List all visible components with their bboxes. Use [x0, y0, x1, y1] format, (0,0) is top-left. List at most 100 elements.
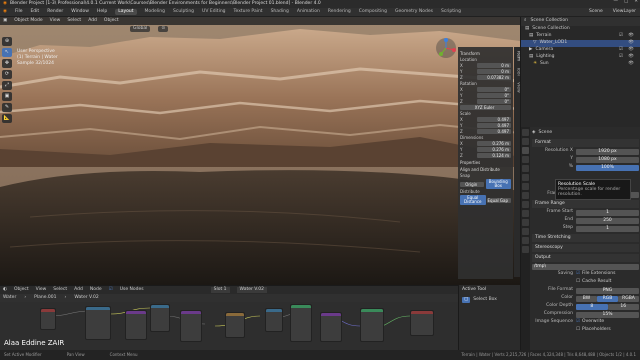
outliner-item[interactable]: ▤ Lighting ☑ 👁	[521, 54, 640, 61]
scale-y-field[interactable]: 0.497	[477, 123, 511, 128]
node[interactable]	[290, 304, 312, 342]
workspace-tab-uv-editing[interactable]: UV Editing	[202, 9, 225, 15]
object-mode-dropdown[interactable]: Object Mode	[14, 18, 42, 24]
rotation-z-field[interactable]: 0°	[477, 99, 511, 104]
file-extensions-checkbox[interactable]: ☑	[576, 272, 580, 277]
material-tab-icon[interactable]	[522, 237, 529, 244]
navigation-gizmo[interactable]	[435, 37, 457, 59]
color-depth-8-button[interactable]: 8	[576, 303, 608, 310]
workspace-tab-rendering[interactable]: Rendering	[328, 9, 351, 15]
node[interactable]	[265, 308, 283, 332]
equal-distance-button[interactable]: Equal Distance	[460, 195, 486, 205]
texture-tab-icon[interactable]	[522, 246, 529, 253]
file-format-dropdown[interactable]: PNG	[576, 287, 639, 294]
workspace-tab-texture-paint[interactable]: Texture Paint	[234, 9, 263, 15]
dimensions-z-field[interactable]: 0.124 m	[477, 153, 511, 158]
node[interactable]	[360, 308, 384, 342]
rotate-tool-icon[interactable]: ⟳	[2, 70, 12, 79]
properties-section-title[interactable]: Properties	[460, 161, 511, 165]
select-box-tool-icon[interactable]: ↖	[2, 48, 12, 57]
workspace-tab-sculpting[interactable]: Sculpting	[173, 9, 194, 15]
scene-selector[interactable]: Scene	[589, 9, 603, 15]
data-tab-icon[interactable]	[522, 228, 529, 235]
viewport-menu-add[interactable]: Add	[88, 18, 97, 24]
object-tab-icon[interactable]	[522, 183, 529, 190]
constraints-tab-icon[interactable]	[522, 219, 529, 226]
resolution-y-field[interactable]: 1080 px	[576, 156, 639, 163]
annotate-tool-icon[interactable]: ✎	[2, 103, 12, 112]
resolution-percent-field[interactable]: 100%	[576, 164, 639, 171]
material-output-node[interactable]	[410, 310, 434, 336]
menu-edit[interactable]: Edit	[30, 9, 39, 15]
menu-help[interactable]: Help	[97, 9, 107, 15]
menu-render[interactable]: Render	[47, 9, 63, 15]
format-section-title[interactable]: Format	[532, 139, 639, 147]
equal-gap-button[interactable]: Equal Gap	[486, 197, 511, 203]
menu-file[interactable]: File	[15, 9, 23, 15]
overwrite-checkbox[interactable]: ☑	[576, 320, 580, 325]
move-tool-icon[interactable]: ✥	[2, 59, 12, 68]
location-x-field[interactable]: 0 m	[477, 63, 511, 68]
frame-step-field[interactable]: 1	[576, 225, 639, 232]
rotation-x-field[interactable]: 0°	[477, 87, 511, 92]
scene-tab-icon[interactable]	[522, 165, 529, 172]
physics-tab-icon[interactable]	[522, 210, 529, 217]
scale-tool-icon[interactable]: ⤢	[2, 81, 12, 90]
shader-node-editor[interactable]: ◐ Object View Select Add Node ☑ Use Node…	[0, 285, 458, 350]
workspace-tab-modeling[interactable]: Modeling	[145, 9, 165, 15]
color-rgba-button[interactable]: RGBA	[618, 295, 639, 302]
modifier-tab-icon[interactable]	[522, 192, 529, 199]
outliner-item[interactable]: ▤ Scene Collection	[521, 26, 640, 33]
transform-tool-icon[interactable]: ▣	[2, 92, 12, 101]
color-rgb-button[interactable]: RGB	[597, 295, 618, 302]
workspace-tab-layout[interactable]: Layout	[115, 8, 137, 16]
view-layer-selector[interactable]: ViewLayer	[613, 9, 636, 15]
location-y-field[interactable]: 0 m	[477, 69, 511, 74]
blender-logo-icon[interactable]: ◉	[3, 9, 7, 15]
snap-bounding-box-button[interactable]: Bounding Box	[485, 179, 511, 189]
dimensions-y-field[interactable]: 0.276 m	[477, 147, 511, 152]
frame-range-section-title[interactable]: Frame Range	[532, 200, 639, 208]
stereoscopy-section-title[interactable]: Stereoscopy	[532, 244, 639, 252]
pivot-point-icon[interactable]: ⊙	[158, 25, 169, 33]
workspace-tab-scripting[interactable]: Scripting	[441, 9, 461, 15]
tool-tab-icon[interactable]	[522, 129, 529, 136]
maximize-button[interactable]: □	[624, 0, 628, 5]
cursor-tool-icon[interactable]: ⊕	[2, 37, 12, 46]
outliner-item[interactable]: ▤ Terrain ☑ 👁	[521, 33, 640, 40]
time-stretching-section-title[interactable]: Time Stretching	[532, 234, 639, 242]
outliner-item[interactable]: ▶ Camera ☑ 👁	[521, 47, 640, 54]
measure-tool-icon[interactable]: 📐	[2, 114, 12, 123]
output-path-field[interactable]: /tmp\	[532, 263, 639, 270]
tab-item[interactable]: Item	[515, 51, 521, 61]
node[interactable]	[150, 304, 170, 332]
world-tab-icon[interactable]	[522, 174, 529, 181]
output-tab-icon[interactable]	[522, 147, 529, 154]
minimize-button[interactable]: —	[613, 0, 618, 5]
snap-origin-button[interactable]: Origin	[460, 181, 485, 187]
compression-slider[interactable]: 15%	[576, 311, 639, 318]
viewport-menu-object[interactable]: Object	[104, 18, 119, 24]
outliner-item[interactable]: ▽ Water_LOD1 👁	[521, 40, 640, 47]
workspace-tab-shading[interactable]: Shading	[271, 9, 289, 15]
3d-viewport[interactable]: ▣ Object Mode View Select Add Object Glo…	[0, 17, 520, 285]
menu-window[interactable]: Window	[71, 9, 89, 15]
outliner-item[interactable]: ☀ Sun 👁	[521, 61, 640, 68]
render-tab-icon[interactable]	[522, 138, 529, 145]
select-box-icon[interactable]: ▢	[462, 296, 471, 303]
placeholders-checkbox[interactable]: ☐	[576, 328, 580, 333]
visibility-icon[interactable]: 👁	[628, 62, 636, 67]
transform-orientation-dropdown[interactable]: Global	[130, 25, 151, 33]
view-layer-tab-icon[interactable]	[522, 156, 529, 163]
scale-x-field[interactable]: 0.497	[477, 117, 511, 122]
transform-section-title[interactable]: Transform	[460, 52, 511, 56]
tab-tool[interactable]: Tool	[515, 67, 521, 76]
scale-z-field[interactable]: 0.497	[477, 129, 511, 134]
visibility-icon[interactable]: ☑ 👁	[619, 34, 636, 39]
close-button[interactable]: ✕	[634, 0, 638, 5]
output-section-title[interactable]: Output	[532, 254, 639, 262]
node[interactable]	[125, 310, 147, 340]
workspace-tab-animation[interactable]: Animation	[297, 9, 320, 15]
visibility-icon[interactable]: 👁	[628, 41, 636, 46]
align-distribute-section-title[interactable]: Align and Distribute	[460, 168, 511, 172]
